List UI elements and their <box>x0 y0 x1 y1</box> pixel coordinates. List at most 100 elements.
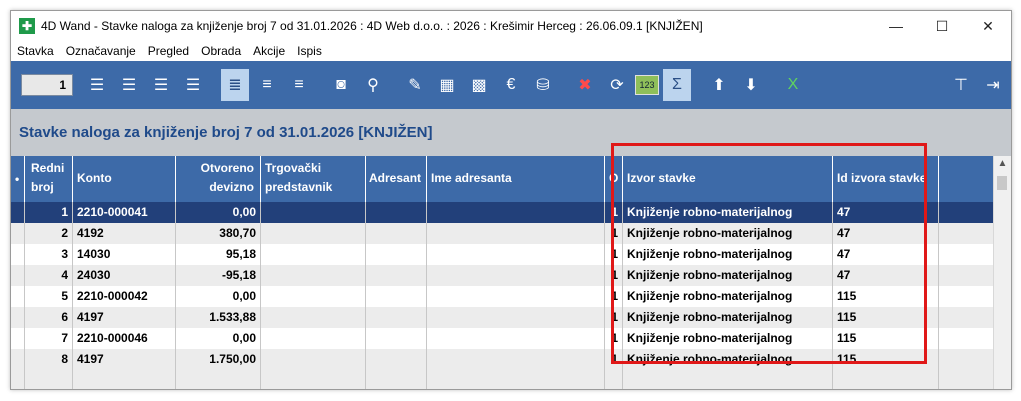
menu-obrada[interactable]: Obrada <box>195 44 247 58</box>
cell-redni-broj: 6 <box>25 307 73 328</box>
cell-konto <box>73 370 176 389</box>
scroll-up-icon[interactable]: ▲ <box>994 156 1011 172</box>
cell-izvor-stavke: Knjiženje robno-materijalnog <box>623 223 833 244</box>
header-konto[interactable]: Konto <box>73 156 176 202</box>
cell-trgovacki-predstavnik <box>261 244 366 265</box>
cell-konto: 2210-000041 <box>73 202 176 223</box>
arrow-down-icon[interactable]: ⬇ <box>737 69 765 101</box>
grid-edit-icon[interactable]: ▩ <box>465 69 493 101</box>
binoculars-icon[interactable]: ◙ <box>327 69 355 101</box>
items-grid: • Redni broj Konto Otvoreno devizno Trgo… <box>11 156 1011 389</box>
cell-o: 1 <box>605 286 623 307</box>
window-title: 4D Wand - Stavke naloga za knjiženje bro… <box>41 19 703 33</box>
table-row[interactable]: 7 2210-000046 0,00 1 Knjiženje robno-materij… <box>11 328 994 349</box>
add-row-icon[interactable]: ☰ <box>83 69 111 101</box>
cell-id-izvora-stavke <box>833 370 939 389</box>
minimize-button[interactable]: — <box>873 11 919 41</box>
cell-otvoreno-devizno: 0,00 <box>176 202 261 223</box>
numbering-icon[interactable]: 123 <box>635 75 659 95</box>
cell-otvoreno-devizno: 0,00 <box>176 328 261 349</box>
arrow-up-icon[interactable]: ⬆ <box>705 69 733 101</box>
search-icon[interactable]: ⚲ <box>359 69 387 101</box>
header-ime-adresanta[interactable]: Ime adresanta <box>427 156 605 202</box>
menu-pregled[interactable]: Pregled <box>142 44 195 58</box>
cell-trgovacki-predstavnik <box>261 307 366 328</box>
cell-ime-adresanta <box>427 265 605 286</box>
edit-document-icon[interactable]: ✎ <box>401 69 429 101</box>
cell-ime-adresanta <box>427 349 605 370</box>
menu-ispis[interactable]: Ispis <box>291 44 328 58</box>
cell-konto: 24030 <box>73 265 176 286</box>
cell-o: 1 <box>605 265 623 286</box>
database-edit-icon[interactable]: ⛁ <box>529 69 557 101</box>
cell-izvor-stavke: Knjiženje robno-materijalnog <box>623 244 833 265</box>
exit-icon[interactable]: ⇥ <box>979 69 1007 101</box>
header-id-izvora-stavke[interactable]: Id izvora stavke <box>833 156 939 202</box>
menu-bar: Stavka Označavanje Pregled Obrada Akcije… <box>11 41 1011 61</box>
cell-izvor-stavke: Knjiženje robno-materijalnog <box>623 265 833 286</box>
header-o[interactable]: O <box>605 156 623 202</box>
table-row-empty[interactable] <box>11 370 994 389</box>
calendar-edit-icon[interactable]: ▦ <box>433 69 461 101</box>
table-row[interactable]: 2 4192 380,70 1 Knjiženje robno-materijalnog… <box>11 223 994 244</box>
cell-redni-broj: 2 <box>25 223 73 244</box>
row-indicator <box>11 265 25 286</box>
add-row-alt-icon[interactable]: ☰ <box>115 69 143 101</box>
cell-o: 1 <box>605 202 623 223</box>
table-row[interactable]: 3 14030 95,18 1 Knjiženje robno-materijalnog… <box>11 244 994 265</box>
scroll-thumb[interactable] <box>997 176 1007 190</box>
vertical-scrollbar[interactable]: ▲ <box>993 156 1011 389</box>
cell-adresant <box>366 349 427 370</box>
table-row[interactable]: 4 24030 -95,18 1 Knjiženje robno-materijalno… <box>11 265 994 286</box>
table-row[interactable]: 6 4197 1.533,88 1 Knjiženje robno-materijaln… <box>11 307 994 328</box>
grid-rows: 1 2210-000041 0,00 1 Knjiženje robno-materij… <box>11 202 994 389</box>
cell-otvoreno-devizno: 1.533,88 <box>176 307 261 328</box>
header-adresant[interactable]: Adresant <box>366 156 427 202</box>
cell-redni-broj: 1 <box>25 202 73 223</box>
cell-adresant <box>366 286 427 307</box>
list-view-compact-icon[interactable]: ≡ <box>285 69 313 101</box>
cell-otvoreno-devizno <box>176 370 261 389</box>
cell-konto: 4192 <box>73 223 176 244</box>
table-row[interactable]: 8 4197 1.750,00 1 Knjiženje robno-materijaln… <box>11 349 994 370</box>
cell-konto: 14030 <box>73 244 176 265</box>
list-view-alt-icon[interactable]: ≡ <box>253 69 281 101</box>
cell-o: 1 <box>605 349 623 370</box>
excel-icon[interactable]: X <box>779 69 807 101</box>
list-view-icon[interactable]: ≣ <box>221 69 249 101</box>
menu-stavka[interactable]: Stavka <box>11 44 60 58</box>
header-trgovacki-predstavnik[interactable]: Trgovački predstavnik <box>261 156 366 202</box>
cell-trgovacki-predstavnik <box>261 370 366 389</box>
currency-icon[interactable]: € <box>497 69 525 101</box>
cell-redni-broj: 4 <box>25 265 73 286</box>
row-indicator <box>11 202 25 223</box>
cell-ime-adresanta <box>427 223 605 244</box>
header-redni-broj[interactable]: Redni broj <box>25 156 73 202</box>
cell-otvoreno-devizno: 0,00 <box>176 286 261 307</box>
table-row[interactable]: 1 2210-000041 0,00 1 Knjiženje robno-materij… <box>11 202 994 223</box>
cell-konto: 2210-000046 <box>73 328 176 349</box>
record-number-field[interactable]: 1 <box>21 74 73 96</box>
cell-izvor-stavke: Knjiženje robno-materijalnog <box>623 286 833 307</box>
menu-akcije[interactable]: Akcije <box>247 44 291 58</box>
maximize-button[interactable]: ☐ <box>919 11 965 41</box>
sync-icon[interactable]: ⟳ <box>603 69 631 101</box>
header-otvoreno-devizno[interactable]: Otvoreno devizno <box>176 156 261 202</box>
grid-header: • Redni broj Konto Otvoreno devizno Trgo… <box>11 156 994 202</box>
cell-konto: 2210-000042 <box>73 286 176 307</box>
delete-row-icon[interactable]: ☰ <box>147 69 175 101</box>
page-header: Stavke naloga za knjiženje broj 7 od 31.… <box>11 109 1011 156</box>
cancel-icon[interactable]: ✖ <box>571 69 599 101</box>
refresh-row-icon[interactable]: ☰ <box>179 69 207 101</box>
close-button[interactable]: ✕ <box>965 11 1011 41</box>
cell-redni-broj: 8 <box>25 349 73 370</box>
cell-ime-adresanta <box>427 307 605 328</box>
cell-izvor-stavke <box>623 370 833 389</box>
cell-trgovacki-predstavnik <box>261 223 366 244</box>
menu-oznacavanje[interactable]: Označavanje <box>60 44 142 58</box>
table-row[interactable]: 5 2210-000042 0,00 1 Knjiženje robno-materij… <box>11 286 994 307</box>
sum-icon[interactable]: Σ <box>663 69 691 101</box>
header-izvor-stavke[interactable]: Izvor stavke <box>623 156 833 202</box>
cell-id-izvora-stavke: 47 <box>833 244 939 265</box>
filter-icon[interactable]: ⊤ <box>947 69 975 101</box>
